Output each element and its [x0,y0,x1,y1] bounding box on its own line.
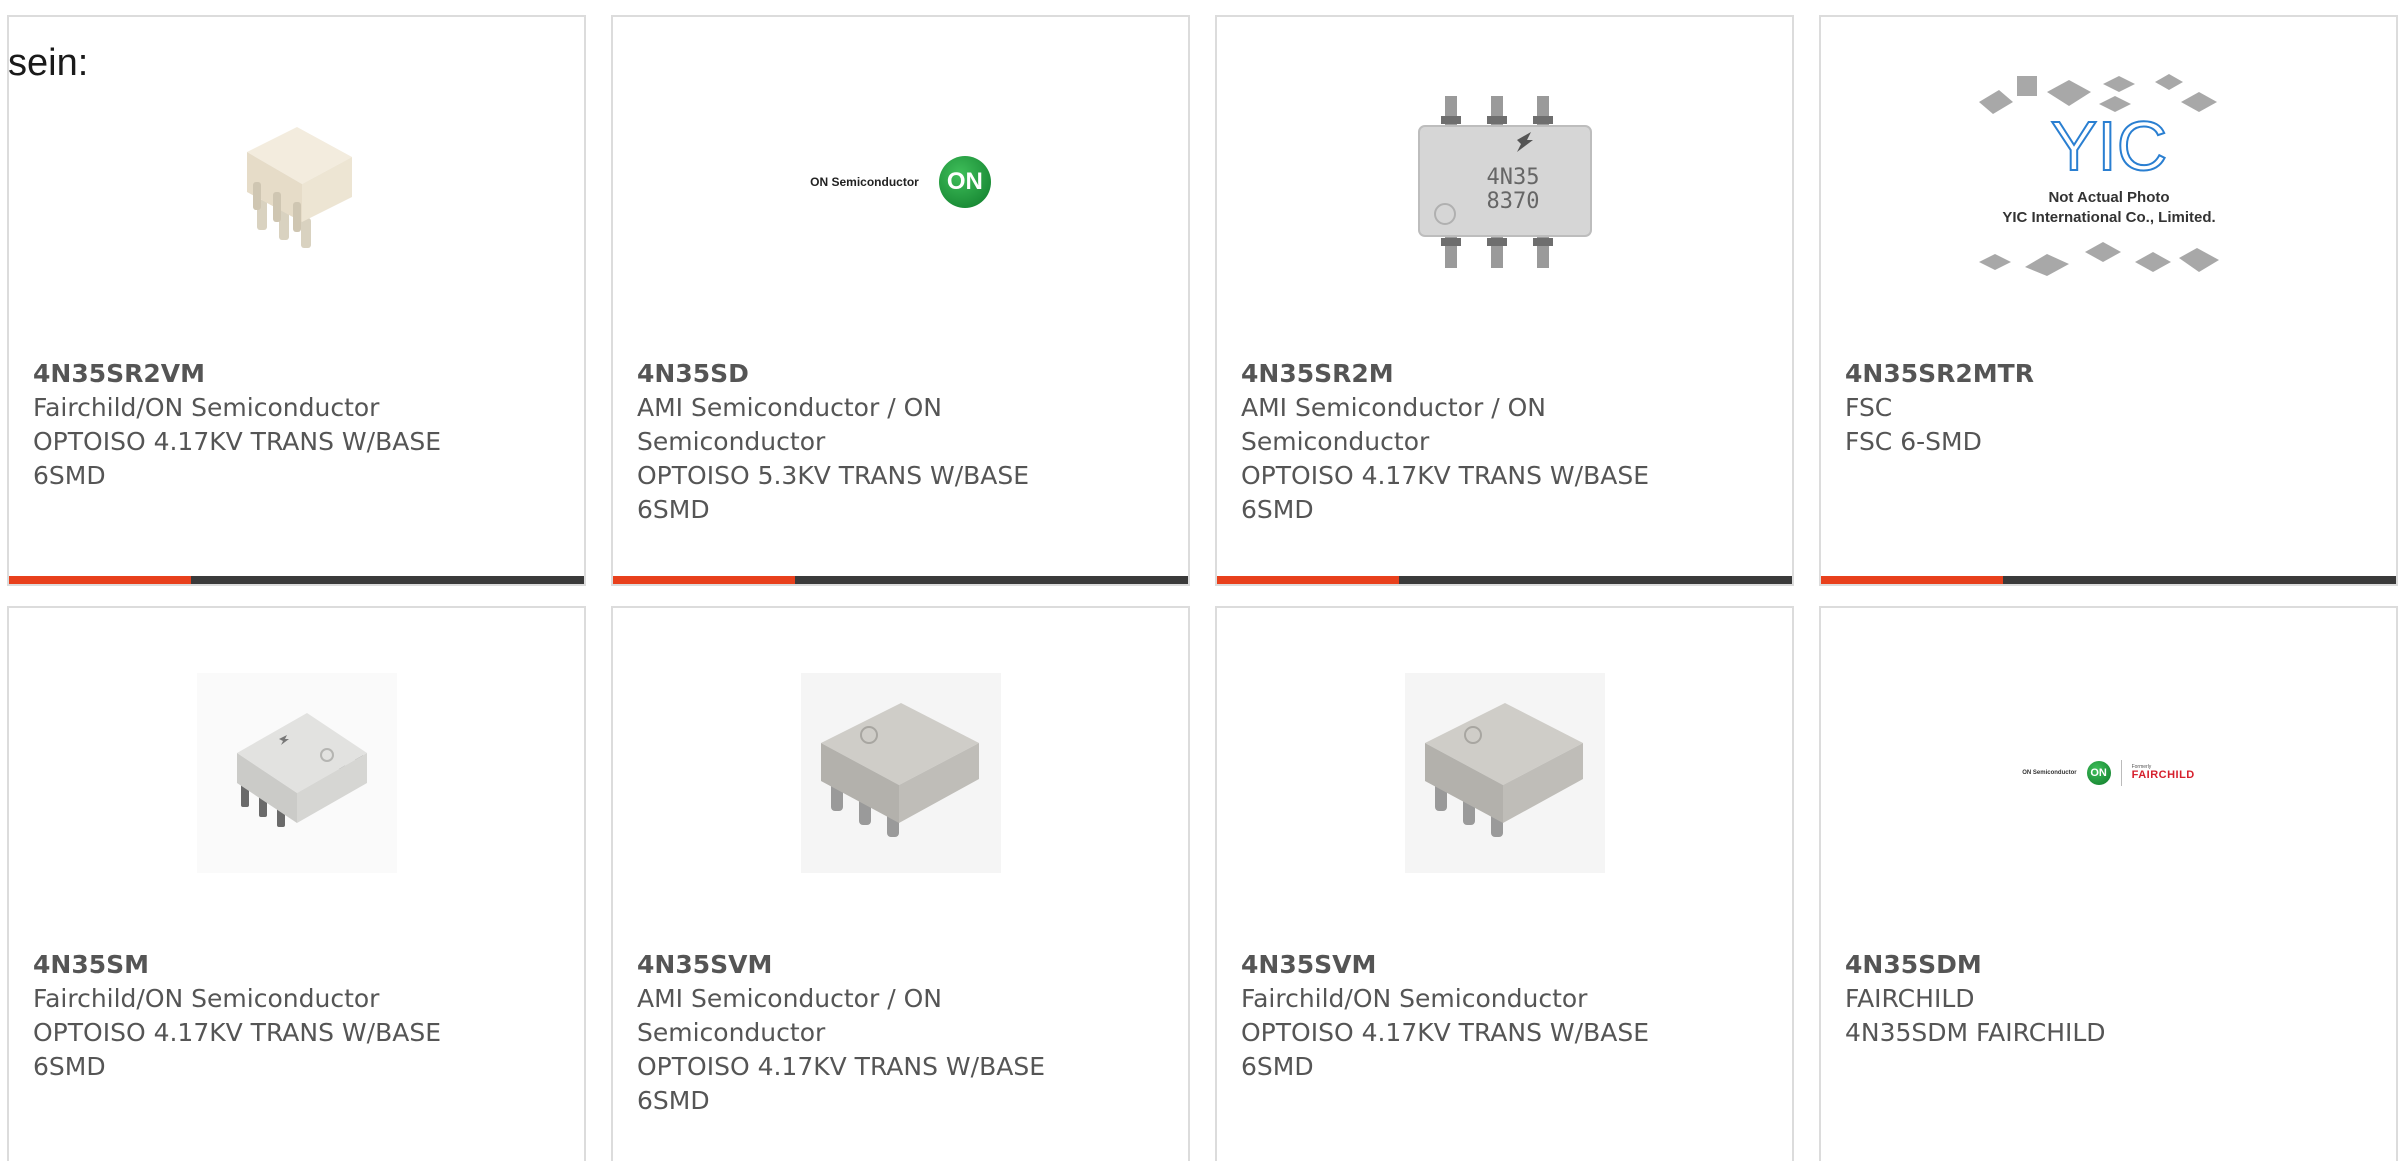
manufacturer: Fairchild/ON Semiconductor [1241,984,1588,1013]
description: OPTOISO 4.17KV TRANS W/BASE 6SMD [33,1018,441,1081]
description: 4N35SDM FAIRCHILD [1845,1018,2106,1047]
product-card[interactable]: ON Semiconductor ON Formerly FAIRCHILD 4… [1819,606,2398,1161]
product-grid: 4N35SR2VM Fairchild/ON Semiconductor OPT… [7,15,2400,1161]
product-image [9,57,584,307]
on-fairchild-logo: ON Semiconductor ON Formerly FAIRCHILD [2022,760,2195,786]
fairchild-logo: Formerly FAIRCHILD [2132,765,2195,781]
on-logo-badge: ON [2086,761,2111,785]
card-bottom-bar [1821,576,2396,584]
accent-segment [1821,576,2003,584]
chip-marking-line1: 4N35 [1486,165,1539,190]
product-card[interactable]: 4N35 8370 4N35SR2M AMI Semiconductor / O… [1215,15,1794,586]
on-semiconductor-logo: ON Semiconductor ON [810,156,991,208]
product-card[interactable]: YIC Not Actual Photo YIC International C… [1819,15,2398,586]
description: OPTOISO 4.17KV TRANS W/BASE 6SMD [1241,1018,1649,1081]
description: OPTOISO 4.17KV TRANS W/BASE 6SMD [637,1052,1045,1115]
manufacturer: AMI Semiconductor / ON Semiconductor [1241,393,1546,456]
accent-segment [9,576,191,584]
manufacturer: Fairchild/ON Semiconductor [33,984,380,1013]
smd-6pin-grey-chip-image [196,673,397,873]
manufacturer: AMI Semiconductor / ON Semiconductor [637,393,942,456]
accent-segment [613,576,795,584]
yic-placeholder-image: YIC Not Actual Photo YIC International C… [1978,74,2219,276]
part-number[interactable]: 4N35SR2VM [33,357,483,391]
smd-6pin-cream-chip-image [246,127,352,248]
part-number[interactable]: 4N35SR2MTR [1845,357,2295,391]
part-number[interactable]: 4N35SM [33,948,483,982]
product-card[interactable]: 4N35SVM Fairchild/ON Semiconductor OPTOI… [1215,606,1794,1161]
card-bottom-bar [613,576,1188,584]
intro-text: sein: [8,42,89,84]
manufacturer: AMI Semiconductor / ON Semiconductor [637,984,942,1047]
product-image: 4N35 8370 [1217,57,1792,307]
product-card[interactable]: ON Semiconductor ON 4N35SD AMI Semicondu… [611,15,1190,586]
product-image [613,648,1188,898]
description: FSC 6-SMD [1845,427,1982,456]
manufacturer: FSC [1845,393,1893,422]
part-number[interactable]: 4N35SR2M [1241,357,1691,391]
part-number[interactable]: 4N35SVM [1241,948,1691,982]
product-image: ON Semiconductor ON [613,57,1188,307]
placeholder-line2: YIC International Co., Limited. [2002,209,2215,226]
dip-6pin-chip-image: 4N35 8370 [1417,96,1592,268]
accent-segment [1217,576,1399,584]
smd-6pin-grey-chip-image [1404,673,1605,873]
product-image [9,648,584,898]
manufacturer: Fairchild/ON Semiconductor [33,393,380,422]
description: OPTOISO 4.17KV TRANS W/BASE 6SMD [33,427,441,490]
part-number[interactable]: 4N35SD [637,357,1087,391]
product-image [1217,648,1792,898]
product-card[interactable]: 4N35SR2VM Fairchild/ON Semiconductor OPT… [7,15,586,586]
product-card[interactable]: 4N35SVM AMI Semiconductor / ON Semicondu… [611,606,1190,1161]
brand-name: FAIRCHILD [2131,769,2195,781]
part-number[interactable]: 4N35SVM [637,948,1087,982]
logo-text: ON Semiconductor [810,175,919,189]
smd-6pin-grey-chip-image [800,673,1001,873]
description: OPTOISO 5.3KV TRANS W/BASE 6SMD [637,461,1030,524]
card-bottom-bar [1217,576,1792,584]
logo-text: ON Semiconductor [2022,770,2077,776]
product-image: YIC Not Actual Photo YIC International C… [1821,57,2396,307]
manufacturer: FAIRCHILD [1845,984,1975,1013]
part-number[interactable]: 4N35SDM [1845,948,2295,982]
on-logo-badge: ON [938,156,991,208]
product-image: ON Semiconductor ON Formerly FAIRCHILD [1821,648,2396,898]
product-card[interactable]: 4N35SM Fairchild/ON Semiconductor OPTOIS… [7,606,586,1161]
logo-divider [2120,760,2122,786]
placeholder-line1: Not Actual Photo [2048,189,2169,206]
yic-logo: YIC [2050,107,2167,185]
chip-marking-line2: 8370 [1486,189,1539,214]
description: OPTOISO 4.17KV TRANS W/BASE 6SMD [1241,461,1649,524]
card-bottom-bar [9,576,584,584]
